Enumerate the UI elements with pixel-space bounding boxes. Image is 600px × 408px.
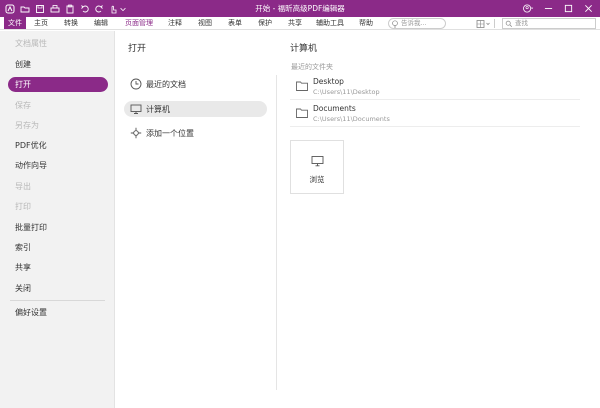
sidebar-item-export[interactable]: 导出	[8, 179, 108, 194]
place-computer[interactable]: 计算机	[124, 101, 267, 117]
menu-protect[interactable]: 保护	[255, 17, 275, 29]
menu-home[interactable]: 主页	[31, 17, 51, 29]
add-location-icon	[130, 127, 142, 139]
open-panel-title: 打开	[128, 44, 147, 54]
sidebar-item-document-properties[interactable]: 文档属性	[8, 36, 108, 51]
sidebar-item-pdf-optimize[interactable]: PDF优化	[8, 138, 108, 153]
tell-me-input[interactable]: 告诉我...	[388, 18, 446, 29]
menu-page-management[interactable]: 页面管理	[121, 17, 157, 29]
sidebar-item-action-wizard[interactable]: 动作向导	[8, 158, 108, 173]
file-sidebar: 文档属性 创建 打开 保存 另存为 PDF优化 动作向导 导出 打印 批量打印 …	[0, 31, 115, 408]
sidebar-item-preferences[interactable]: 偏好设置	[8, 305, 108, 320]
divider	[494, 18, 495, 29]
monitor-icon	[311, 156, 324, 167]
close-button[interactable]	[581, 2, 595, 15]
search-icon	[505, 20, 513, 28]
title-bar: 开始 - 福昕高级PDF编辑器	[0, 0, 600, 17]
sidebar-item-share[interactable]: 共享	[8, 260, 108, 275]
folder-path: C:\Users\11\Documents	[313, 115, 390, 123]
recent-folder-desktop[interactable]: Desktop C:\Users\11\Desktop	[290, 74, 580, 100]
layout-grid-icon	[476, 19, 490, 28]
maximize-button[interactable]	[561, 2, 575, 15]
sidebar-item-save-as[interactable]: 另存为	[8, 118, 108, 133]
folder-name: Documents	[313, 104, 356, 113]
menu-bar: 文件 主页 转换 编辑 页面管理 注释 视图 表单 保护 共享 辅助工具 帮助 …	[0, 17, 600, 30]
menu-help[interactable]: 帮助	[356, 17, 376, 29]
close-icon	[584, 5, 592, 12]
computer-panel: 计算机 最近的文件夹 Desktop C:\Users\11\Desktop D…	[278, 31, 600, 408]
folder-icon	[296, 81, 308, 91]
layout-options-button[interactable]	[476, 18, 492, 29]
sidebar-item-index[interactable]: 索引	[8, 240, 108, 255]
sidebar-divider	[10, 300, 105, 301]
lightbulb-icon	[392, 20, 398, 28]
recent-folders-label: 最近的文件夹	[291, 63, 333, 71]
account-icon[interactable]	[519, 2, 537, 15]
recent-folder-documents[interactable]: Documents C:\Users\11\Documents	[290, 101, 580, 127]
menu-file[interactable]: 文件	[4, 17, 26, 29]
place-label: 最近的文档	[146, 79, 186, 89]
folder-name: Desktop	[313, 77, 344, 86]
search-placeholder: 查找	[515, 19, 528, 27]
computer-panel-title: 计算机	[290, 44, 318, 54]
menu-view[interactable]: 视图	[195, 17, 215, 29]
menu-edit[interactable]: 编辑	[91, 17, 111, 29]
minimize-icon	[544, 8, 552, 9]
clock-icon	[130, 78, 142, 90]
folder-path: C:\Users\11\Desktop	[313, 88, 380, 96]
menu-comment[interactable]: 注释	[165, 17, 185, 29]
place-label: 添加一个位置	[146, 128, 194, 138]
browse-label: 浏览	[309, 175, 325, 184]
browse-button[interactable]: 浏览	[290, 140, 344, 194]
panel-divider	[276, 75, 277, 390]
place-add-location[interactable]: 添加一个位置	[124, 125, 267, 141]
maximize-icon	[564, 4, 572, 13]
open-panel: 打开 最近的文档 计算机 添加一个位置	[116, 31, 276, 408]
menu-convert[interactable]: 转换	[61, 17, 81, 29]
sidebar-item-create[interactable]: 创建	[8, 57, 108, 72]
tell-me-placeholder: 告诉我...	[401, 19, 427, 27]
sidebar-item-batch-print[interactable]: 批量打印	[8, 220, 108, 235]
menu-accessibility[interactable]: 辅助工具	[313, 17, 347, 29]
window-title: 开始 - 福昕高级PDF编辑器	[255, 4, 345, 13]
sidebar-item-open[interactable]: 打开	[8, 77, 108, 92]
place-recent-documents[interactable]: 最近的文档	[124, 76, 267, 92]
monitor-icon	[130, 104, 142, 114]
place-label: 计算机	[146, 104, 170, 114]
minimize-button[interactable]	[541, 2, 555, 15]
sidebar-item-print[interactable]: 打印	[8, 199, 108, 214]
sidebar-item-close[interactable]: 关闭	[8, 281, 108, 296]
search-input[interactable]: 查找	[502, 18, 596, 29]
folder-icon	[296, 108, 308, 118]
menu-form[interactable]: 表单	[225, 17, 245, 29]
menu-share[interactable]: 共享	[285, 17, 305, 29]
sidebar-item-save[interactable]: 保存	[8, 98, 108, 113]
